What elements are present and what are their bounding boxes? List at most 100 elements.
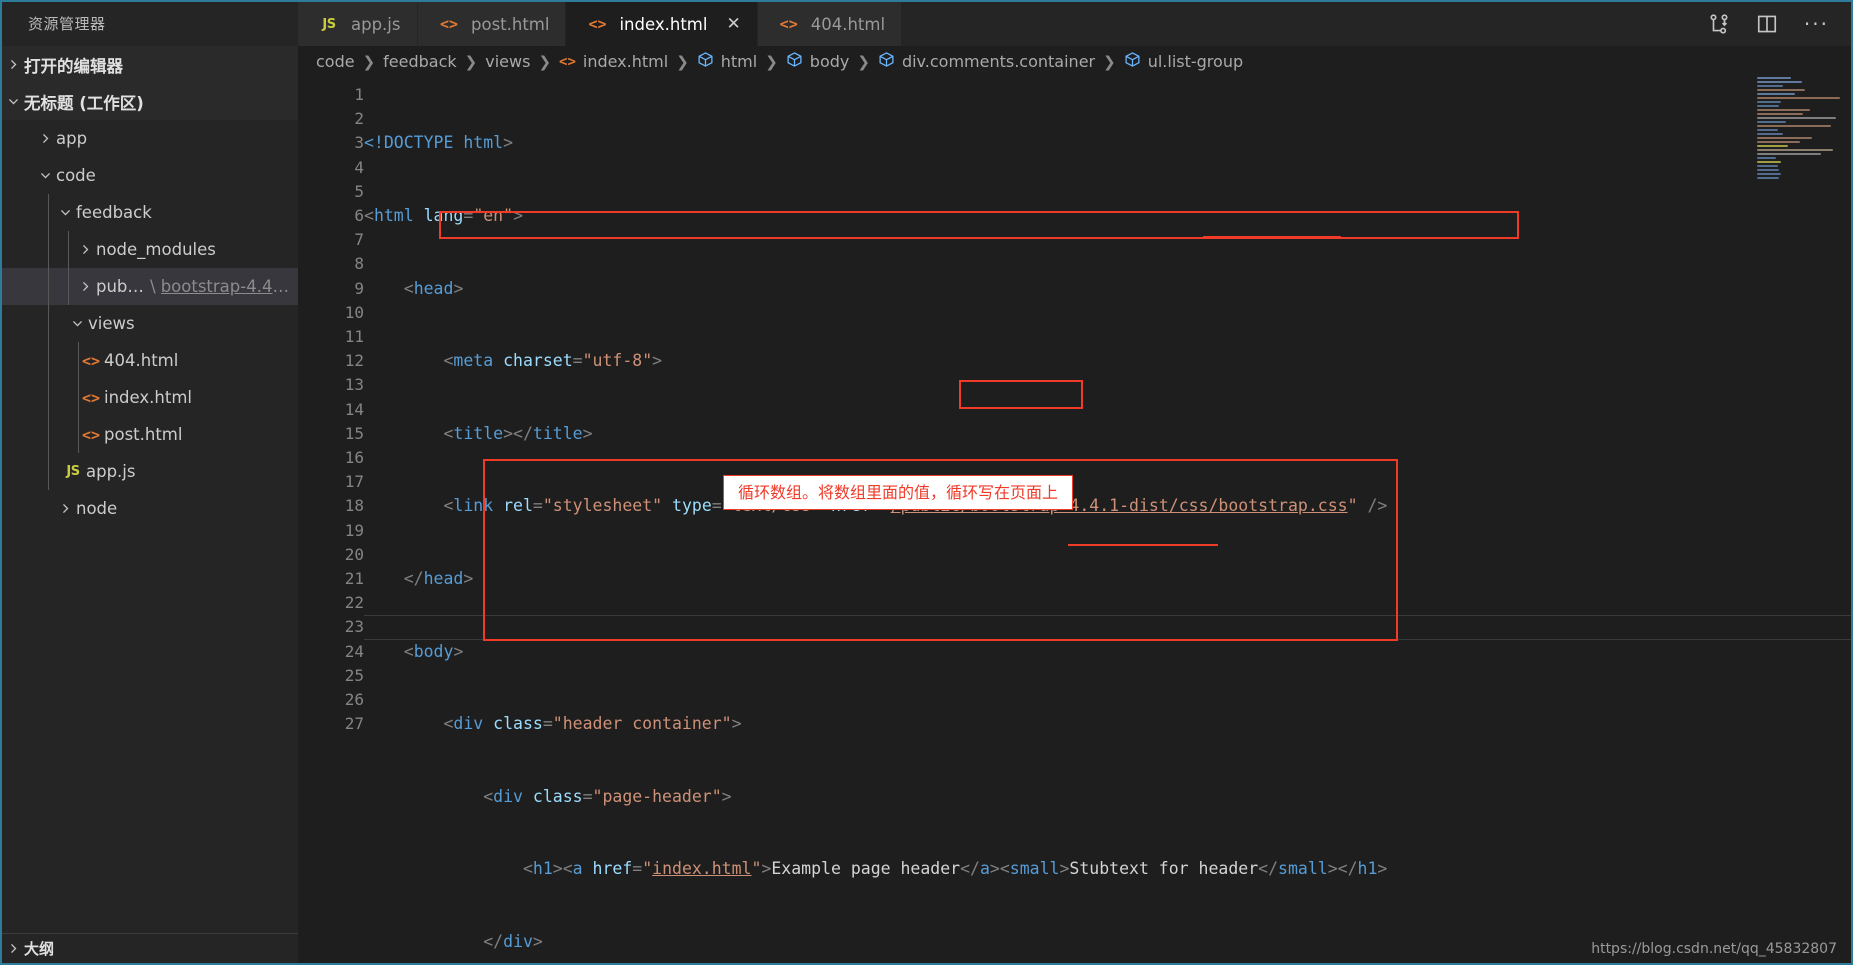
breadcrumb-item-body[interactable]: body: [786, 51, 849, 72]
sidebar-item-app-js[interactable]: JS app.js: [2, 453, 298, 490]
editor-minimap[interactable]: [1757, 77, 1843, 217]
sidebar-item-label: app: [56, 129, 88, 148]
chevron-right-icon[interactable]: [2, 58, 24, 71]
chevron-right-icon: ❯: [1103, 52, 1116, 71]
breadcrumb-label: code: [316, 52, 355, 71]
breadcrumb-item-div-comments-container[interactable]: div.comments.container: [878, 51, 1095, 72]
chevron-right-icon: ❯: [676, 52, 689, 71]
breadcrumb-item-html[interactable]: html: [697, 51, 757, 72]
explorer-sidebar: 资源管理器 打开的编辑器 无标题 (工作区) app code feedback…: [2, 2, 298, 963]
sidebar-item-label: 404.html: [104, 351, 179, 370]
html-file-icon: <>: [779, 15, 798, 33]
code-line-11: <h1><a href="index.html">Example page he…: [522, 859, 1388, 879]
line-number: 13: [344, 375, 364, 395]
line-number-gutter: 1 2 3 4 5 6 7 8 9 10 11 12 13 14 15 16 1: [298, 77, 364, 736]
line-number: 6: [354, 206, 364, 226]
line-number: 26: [344, 690, 364, 710]
sidebar-item-node-modules[interactable]: node_modules: [2, 231, 298, 268]
breadcrumb-item-ul-list-group[interactable]: ul.list-group: [1124, 51, 1243, 72]
line-number: 1: [354, 85, 364, 104]
close-icon[interactable]: ✕: [726, 14, 740, 34]
chevron-down-icon[interactable]: [2, 95, 24, 108]
explorer-title: 资源管理器: [28, 15, 106, 33]
breadcrumb-label: feedback: [383, 52, 457, 71]
more-actions-icon[interactable]: ···: [1804, 14, 1829, 34]
chevron-right-icon: ❯: [857, 52, 870, 71]
code-line-1: <!DOCTYPE html>: [364, 133, 514, 153]
chevron-down-icon[interactable]: [54, 206, 76, 219]
code-line-7: </head>: [403, 568, 474, 588]
chevron-right-icon: ❯: [765, 52, 778, 71]
code-line-9: <div class="header container">: [443, 714, 742, 734]
sidebar-item-public[interactable]: public \ bootstrap-4.4....: [2, 268, 298, 305]
chevron-right-icon[interactable]: [2, 942, 24, 955]
sidebar-item-code[interactable]: code: [2, 157, 298, 194]
code-line-4: <meta charset="utf-8">: [443, 351, 663, 371]
code-line-2: <html lang="en">: [364, 206, 523, 225]
line-number: 23: [344, 617, 364, 637]
sidebar-item-label: node: [76, 499, 118, 518]
chevron-down-icon[interactable]: [66, 317, 88, 330]
split-branch-icon[interactable]: [1708, 13, 1730, 35]
symbol-cube-icon: [786, 51, 803, 72]
breadcrumb-item-feedback[interactable]: feedback: [383, 52, 457, 71]
annotation-underline-value-message: [1068, 544, 1218, 546]
breadcrumb-item-index-html[interactable]: <> index.html: [559, 52, 668, 71]
line-number: 24: [344, 641, 364, 661]
chevron-right-icon[interactable]: [74, 243, 96, 256]
line-number: 7: [354, 230, 364, 250]
tab-index-html[interactable]: <> index.html ✕: [566, 2, 758, 46]
annotation-note: 循环数组。将数组里面的值，循环写在页面上: [723, 475, 1074, 511]
sidebar-item-label: views: [88, 314, 135, 333]
sidebar-item-404-html[interactable]: <> 404.html: [2, 342, 298, 379]
sidebar-item-label: code: [56, 166, 96, 185]
chevron-right-icon[interactable]: [54, 502, 76, 515]
html-file-icon: <>: [81, 351, 101, 370]
html-file-icon: <>: [439, 15, 459, 33]
breadcrumb-item-views[interactable]: views: [485, 52, 530, 71]
sidebar-item-app[interactable]: app: [2, 120, 298, 157]
tab-label: 404.html: [810, 14, 886, 34]
html-file-icon: <>: [559, 53, 576, 70]
line-number: 18: [344, 496, 364, 516]
line-number: 8: [354, 254, 364, 274]
line-number: 10: [344, 302, 364, 322]
line-number: 9: [354, 278, 364, 298]
code-content[interactable]: <!DOCTYPE html> <html lang="en"> <head> …: [364, 83, 1387, 963]
sidebar-item-sublabel: bootstrap-4.4....: [160, 277, 292, 296]
outline-panel-header[interactable]: 大纲: [2, 933, 298, 963]
editor-vertical-scrollbar[interactable]: [1843, 77, 1851, 963]
chevron-right-icon[interactable]: [74, 280, 96, 293]
explorer-tree: 打开的编辑器 无标题 (工作区) app code feedback node_…: [2, 46, 298, 527]
vscode-window: 资源管理器 打开的编辑器 无标题 (工作区) app code feedback…: [0, 0, 1853, 965]
tab-post-html[interactable]: <> post.html: [418, 2, 567, 46]
symbol-cube-icon: [878, 51, 895, 72]
js-file-icon: JS: [322, 16, 336, 32]
breadcrumb-item-code[interactable]: code: [316, 52, 355, 71]
chevron-right-icon: ❯: [538, 52, 552, 71]
sidebar-item-node[interactable]: node: [2, 490, 298, 527]
sidebar-section-open-editors[interactable]: 打开的编辑器: [2, 46, 298, 83]
code-editor[interactable]: 1 2 3 4 5 6 7 8 9 10 11 12 13 14 15 16 1: [298, 77, 1851, 963]
sidebar-item-views[interactable]: views: [2, 305, 298, 342]
code-line-10: <div class="page-header">: [483, 786, 732, 806]
sidebar-item-label: index.html: [104, 388, 192, 407]
code-line-8: <body>: [403, 641, 464, 661]
breadcrumb-label: ul.list-group: [1147, 52, 1244, 71]
sidebar-item-label: public: [96, 277, 146, 296]
sidebar-item-index-html[interactable]: <> index.html: [2, 379, 298, 416]
tab-app-js[interactable]: JS app.js: [298, 2, 418, 46]
sidebar-item-post-html[interactable]: <> post.html: [2, 416, 298, 453]
sidebar-section-workspace[interactable]: 无标题 (工作区): [2, 83, 298, 120]
split-editor-icon[interactable]: [1756, 13, 1778, 35]
breadcrumb-label: index.html: [582, 52, 669, 71]
chevron-right-icon[interactable]: [34, 132, 56, 145]
sidebar-item-feedback[interactable]: feedback: [2, 194, 298, 231]
sidebar-item-label: app.js: [86, 462, 136, 481]
tab-404-html[interactable]: <> 404.html: [757, 2, 903, 46]
window-body: 资源管理器 打开的编辑器 无标题 (工作区) app code feedback…: [2, 2, 1851, 963]
html-file-icon: <>: [81, 425, 101, 444]
chevron-down-icon[interactable]: [34, 169, 56, 182]
code-line-12: </div>: [483, 931, 543, 951]
editor-tab-bar: JS app.js <> post.html <> index.html ✕ <…: [298, 2, 1851, 46]
